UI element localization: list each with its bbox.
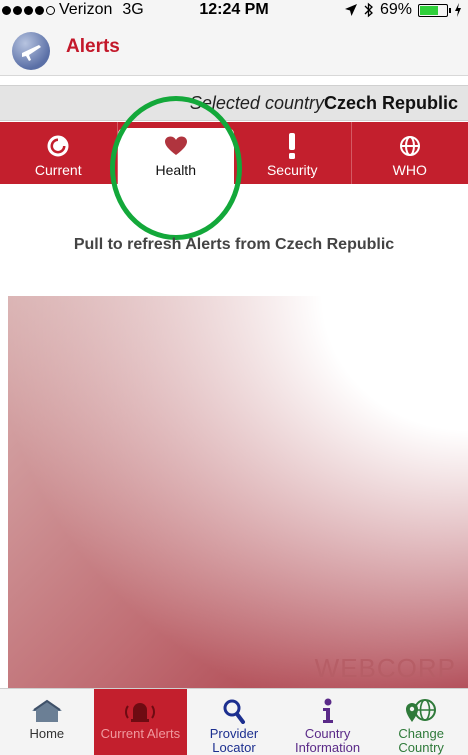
heart-icon [164, 133, 188, 159]
globe-pin-icon [404, 697, 438, 725]
bottom-tab-provider-locator[interactable]: Provider Locator [187, 689, 281, 755]
tab-health[interactable]: Health [117, 128, 234, 184]
bottom-tab-label: Provider Locator [209, 726, 259, 755]
tab-label: Current [34, 162, 82, 178]
charging-bolt-icon [455, 3, 461, 17]
battery-icon [418, 3, 451, 17]
clock-icon [47, 133, 69, 159]
bottom-tab-home[interactable]: Home [0, 689, 94, 755]
alarm-bell-icon [122, 697, 158, 725]
page-title: Alerts [66, 36, 120, 57]
bottom-tab-label: Country Information [295, 726, 361, 755]
tab-label: Security [266, 162, 318, 178]
bottom-tab-change-country[interactable]: Change Country [374, 689, 468, 755]
tab-who[interactable]: WHO [352, 122, 468, 184]
selected-country-text: Selected countryCzech Republic [190, 93, 458, 114]
webcorp-watermark: WEBCORP [314, 653, 456, 683]
bottom-tab-label: Home [29, 726, 65, 741]
home-icon [30, 697, 64, 725]
pull-to-refresh-text: Pull to refresh Alerts from Czech Republ… [73, 236, 395, 253]
globe-icon [399, 133, 421, 159]
bottom-tab-label: Current Alerts [100, 726, 181, 741]
selected-country-value: Czech Republic [323, 93, 458, 113]
bottom-tab-country-information[interactable]: Country Information [281, 689, 375, 755]
magnifier-icon [222, 697, 246, 725]
plane-globe-icon[interactable] [12, 32, 50, 70]
battery-percent: 69% [379, 1, 412, 18]
tab-label: WHO [392, 162, 427, 178]
exclamation-icon [287, 133, 297, 159]
nav-bar: Alerts [0, 22, 468, 76]
selected-country-bar: Selected countryCzech Republic [0, 85, 468, 121]
alert-category-tabs: Current Health Security WHO [0, 122, 468, 184]
location-arrow-icon [344, 4, 357, 16]
status-bar: Verizon 3G 12:24 PM 69% [0, 0, 468, 22]
bluetooth-icon [364, 2, 373, 18]
bottom-tab-bar: Home Current Alerts Provider Locator Cou… [0, 688, 468, 755]
tab-security[interactable]: Security [234, 122, 352, 184]
info-icon [321, 697, 335, 725]
bottom-tab-current-alerts[interactable]: Current Alerts [93, 689, 188, 755]
tab-current[interactable]: Current [0, 122, 118, 184]
tab-label: Health [155, 162, 196, 178]
status-right: 69% [344, 1, 462, 19]
bottom-tab-label: Change Country [398, 726, 444, 755]
selected-country-label: Selected country [189, 93, 324, 113]
background-image: WEBCORP [8, 296, 468, 688]
